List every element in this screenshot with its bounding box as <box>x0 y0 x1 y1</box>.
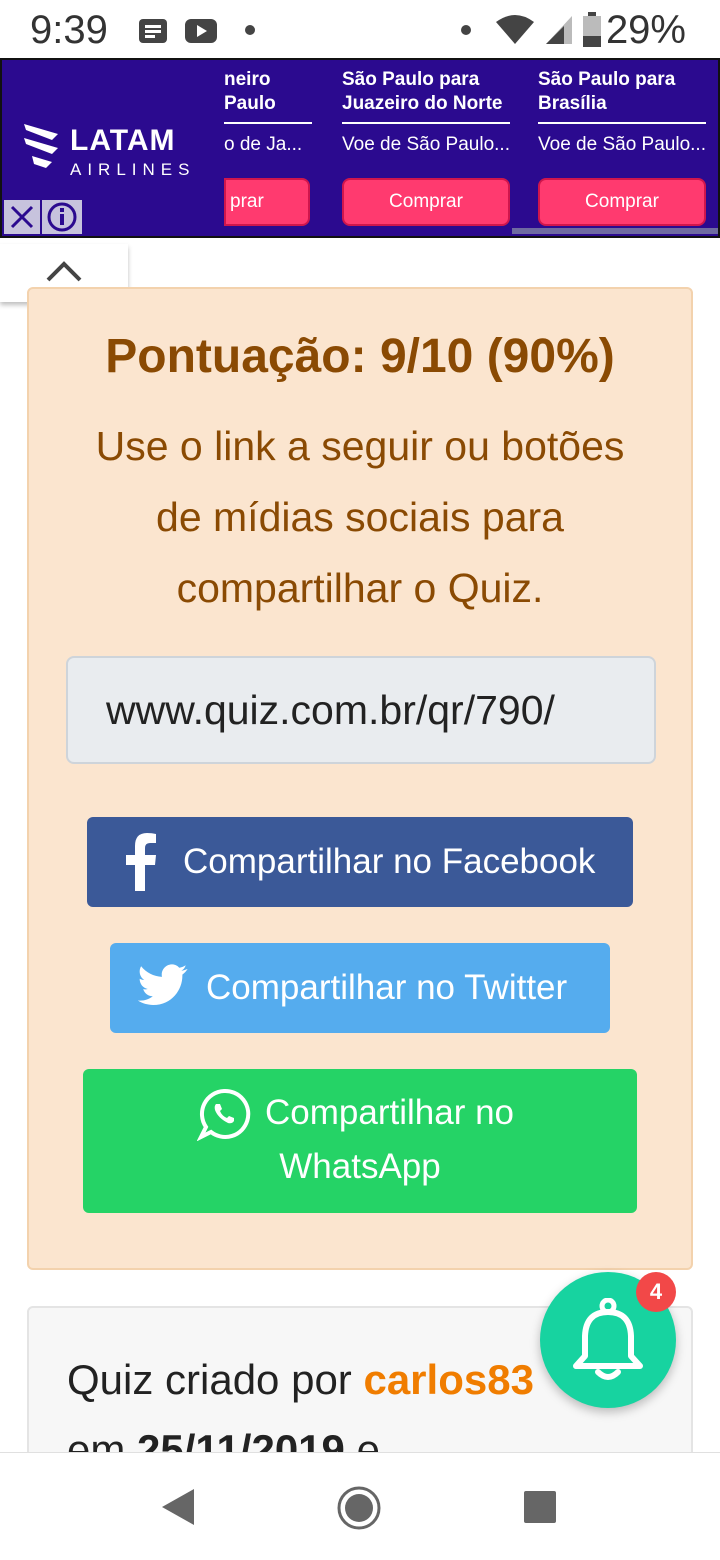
score-text: Pontuação: 9/10 (90%) <box>105 330 615 383</box>
ad-card-title: São Paulo para Juazeiro do Norte <box>342 69 503 114</box>
ad-card[interactable]: São Paulo para Juazeiro do Norte Voe de … <box>342 68 512 236</box>
dot-icon <box>461 25 471 35</box>
ad-card-title-fragment: Paulo <box>224 93 276 114</box>
creator-line: Quiz criado por carlos83 <box>67 1356 534 1404</box>
message-icon <box>139 19 167 43</box>
facebook-icon <box>126 833 156 891</box>
share-twitter-button[interactable]: Compartilhar no Twitter <box>110 943 610 1033</box>
share-whatsapp-label: Compartilhar no <box>265 1093 514 1132</box>
status-bar: 9:39 29% <box>0 0 720 60</box>
share-facebook-button[interactable]: Compartilhar no Facebook <box>87 817 633 907</box>
battery-percent: 29% <box>605 8 686 52</box>
youtube-icon <box>185 19 217 43</box>
latam-logo[interactable]: LATAM AIRLINES <box>22 120 207 180</box>
ad-banner[interactable]: LATAM AIRLINES neiro Paulo o de Ja... pr… <box>0 58 720 238</box>
ad-card-divider <box>224 122 312 124</box>
latam-wordmark: LATAM <box>70 124 176 157</box>
latam-logo-icon <box>24 124 58 168</box>
ad-card-title-fragment: neiro <box>224 69 271 90</box>
ad-card-title: São Paulo para Brasília <box>538 69 676 114</box>
system-nav-bar <box>0 1452 720 1560</box>
ad-buy-button[interactable]: Comprar <box>538 178 706 226</box>
share-facebook-label: Compartilhar no Facebook <box>183 842 596 881</box>
notification-badge: 4 <box>636 1272 676 1312</box>
signal-icon <box>546 16 572 44</box>
bell-icon <box>573 1298 643 1380</box>
creator-prefix: Quiz criado por <box>67 1356 364 1403</box>
airlines-wordmark: AIRLINES <box>70 160 196 179</box>
twitter-icon <box>138 964 188 1005</box>
ad-card-desc: Voe de São Paulo... <box>342 134 510 155</box>
ad-card-desc: o de Ja... <box>224 134 303 155</box>
ad-card-divider <box>342 122 510 124</box>
wifi-icon <box>496 15 534 44</box>
status-time: 9:39 <box>30 8 108 52</box>
share-whatsapp-label: WhatsApp <box>279 1147 441 1186</box>
share-message: Use o link a seguir ou botões de mídias … <box>95 423 625 611</box>
ad-buy-button[interactable]: Comprar <box>342 178 510 226</box>
ad-card[interactable]: São Paulo para Brasília Voe de São Paulo… <box>538 68 708 236</box>
battery-icon <box>583 12 601 47</box>
ad-buy-button[interactable]: prar <box>224 178 310 226</box>
quiz-result-card: Pontuação: 9/10 (90%) Use o link a segui… <box>27 287 693 1270</box>
share-twitter-label: Compartilhar no Twitter <box>206 968 568 1007</box>
ad-card-desc: Voe de São Paulo... <box>538 134 706 155</box>
ad-card[interactable]: neiro Paulo o de Ja... prar <box>224 68 314 236</box>
share-link-input[interactable]: www.quiz.com.br/qr/790/ <box>66 656 656 764</box>
whatsapp-icon <box>197 1088 251 1141</box>
home-icon[interactable] <box>336 1485 382 1531</box>
share-whatsapp-button[interactable]: Compartilhar no WhatsApp <box>83 1069 637 1213</box>
chevron-up-icon <box>46 261 82 282</box>
ad-info-icon[interactable] <box>42 200 82 234</box>
dot-icon <box>245 25 255 35</box>
ad-card-divider <box>538 122 706 124</box>
creator-username-link[interactable]: carlos83 <box>363 1356 533 1403</box>
ad-close-icon[interactable] <box>4 200 40 234</box>
recent-apps-icon[interactable] <box>522 1489 558 1525</box>
ad-scroll-indicator <box>512 228 718 234</box>
back-icon[interactable] <box>160 1487 196 1527</box>
